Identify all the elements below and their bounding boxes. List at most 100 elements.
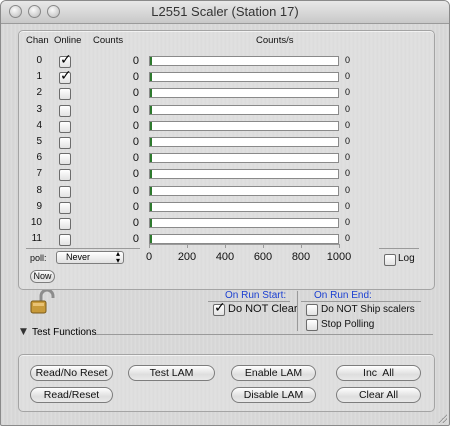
- channel-count: 0: [132, 168, 139, 181]
- divider: [96, 334, 433, 335]
- channel-rate: 0: [345, 103, 351, 114]
- channel-rate: 0: [345, 200, 351, 211]
- axis-tick: [149, 244, 150, 248]
- do-not-ship-label: Do NOT Ship scalers: [321, 304, 415, 315]
- rate-bar-fill: [150, 105, 152, 114]
- divider: [301, 301, 421, 302]
- poll-select[interactable]: Never ▴ ▾: [56, 249, 124, 265]
- channel-rate: 0: [345, 184, 351, 195]
- rate-bar-fill: [150, 154, 152, 163]
- channel-rate: 0: [345, 168, 351, 179]
- rate-bar-fill: [150, 170, 152, 179]
- rate-bar: [149, 185, 339, 196]
- rate-bar: [149, 120, 339, 131]
- test-lam-button[interactable]: Test LAM: [128, 365, 215, 381]
- axis-tick-label: 200: [177, 251, 197, 263]
- channel-rate: 0: [345, 136, 351, 146]
- channel-rate: 0: [345, 55, 351, 65]
- rate-bar-fill: [150, 57, 152, 65]
- clear-all-button[interactable]: Clear All: [336, 387, 421, 403]
- stop-polling-checkbox[interactable]: [306, 319, 318, 331]
- channel-count: 0: [132, 152, 139, 165]
- channel-number: 6: [36, 152, 42, 164]
- channel-number: 8: [36, 184, 42, 196]
- rate-bar: [149, 72, 339, 83]
- axis-tick-label: 600: [253, 251, 273, 263]
- triangle-down-icon: ▼: [20, 327, 27, 337]
- rate-bar: [149, 88, 339, 99]
- axis-tick: [263, 244, 264, 248]
- disable-lam-button[interactable]: Disable LAM: [231, 387, 316, 403]
- log-checkbox[interactable]: [384, 254, 396, 266]
- resize-grip-icon[interactable]: [437, 413, 447, 423]
- online-checkbox[interactable]: [59, 234, 71, 247]
- col-header-counts: Counts: [93, 35, 124, 46]
- enable-lam-button[interactable]: Enable LAM: [231, 365, 316, 381]
- channel-number: 11: [31, 233, 42, 245]
- channel-count: 0: [132, 233, 139, 246]
- rate-bar: [149, 137, 339, 147]
- now-button[interactable]: Now: [30, 270, 55, 283]
- channel-rate: 0: [345, 71, 351, 82]
- channel-number: 10: [30, 217, 42, 228]
- updown-arrows-icon: ▴ ▾: [115, 249, 120, 265]
- stop-polling-label: Stop Polling: [321, 319, 375, 330]
- channel-count: 0: [132, 184, 139, 197]
- do-not-clear-checkbox[interactable]: [213, 300, 226, 316]
- axis-tick-label: 800: [291, 251, 311, 263]
- rate-bar-fill: [150, 89, 152, 98]
- channel-number: 7: [36, 168, 42, 180]
- col-header-rate: Counts/s: [256, 35, 294, 46]
- channel-rate: 0: [345, 87, 351, 98]
- channel-number: 3: [36, 103, 42, 115]
- online-checkbox[interactable]: [59, 68, 72, 85]
- poll-label: poll:: [30, 253, 47, 263]
- channel-number: 9: [36, 200, 42, 212]
- online-checkbox[interactable]: [59, 104, 71, 117]
- run-end-heading: On Run End:: [314, 290, 372, 301]
- read-no-reset-button[interactable]: Read/No Reset: [30, 365, 113, 381]
- run-start-heading: On Run Start:: [225, 290, 287, 301]
- rate-bar: [149, 234, 339, 245]
- rate-bar: [149, 218, 339, 228]
- rate-bar-fill: [150, 138, 152, 146]
- channel-count: 0: [132, 136, 139, 148]
- online-checkbox[interactable]: [59, 201, 71, 214]
- axis-tick-label: 400: [215, 251, 235, 263]
- axis-tick: [225, 244, 226, 248]
- lock-icon[interactable]: [27, 288, 57, 316]
- read-reset-button[interactable]: Read/Reset: [30, 387, 113, 403]
- online-checkbox[interactable]: [59, 169, 71, 182]
- channel-count: 0: [132, 55, 139, 67]
- online-checkbox[interactable]: [59, 120, 71, 133]
- channel-count: 0: [132, 71, 139, 84]
- rate-bar-fill: [150, 202, 152, 211]
- online-checkbox[interactable]: [59, 52, 72, 68]
- window-title: L2551 Scaler (Station 17): [151, 4, 299, 19]
- online-checkbox[interactable]: [59, 88, 71, 101]
- online-checkbox[interactable]: [59, 153, 71, 166]
- rate-bar-fill: [150, 235, 152, 244]
- channel-number: 0: [36, 55, 42, 66]
- rate-bar-fill: [150, 121, 152, 130]
- title-bar: L2551 Scaler (Station 17): [1, 1, 449, 24]
- channel-number: 2: [36, 87, 42, 99]
- axis-tick: [301, 244, 302, 248]
- channel-rate: 0: [345, 233, 351, 244]
- online-checkbox[interactable]: [59, 137, 71, 149]
- inc-all-button[interactable]: Inc All: [336, 365, 421, 381]
- channel-rate: 0: [345, 119, 351, 130]
- rate-bar-fill: [150, 219, 152, 227]
- rate-bar-fill: [150, 186, 152, 195]
- do-not-ship-checkbox[interactable]: [306, 304, 318, 316]
- online-checkbox[interactable]: [59, 218, 71, 230]
- axis-tick: [339, 244, 340, 248]
- online-checkbox[interactable]: [59, 185, 71, 198]
- axis-line: [149, 244, 339, 245]
- rate-bar: [149, 56, 339, 66]
- col-header-online: Online: [54, 35, 82, 46]
- axis-tick: [187, 244, 188, 248]
- channel-count: 0: [132, 119, 139, 132]
- scaler-window: L2551 Scaler (Station 17) Chan Online Co…: [0, 0, 450, 426]
- do-not-clear-label: Do NOT Clear: [228, 303, 298, 315]
